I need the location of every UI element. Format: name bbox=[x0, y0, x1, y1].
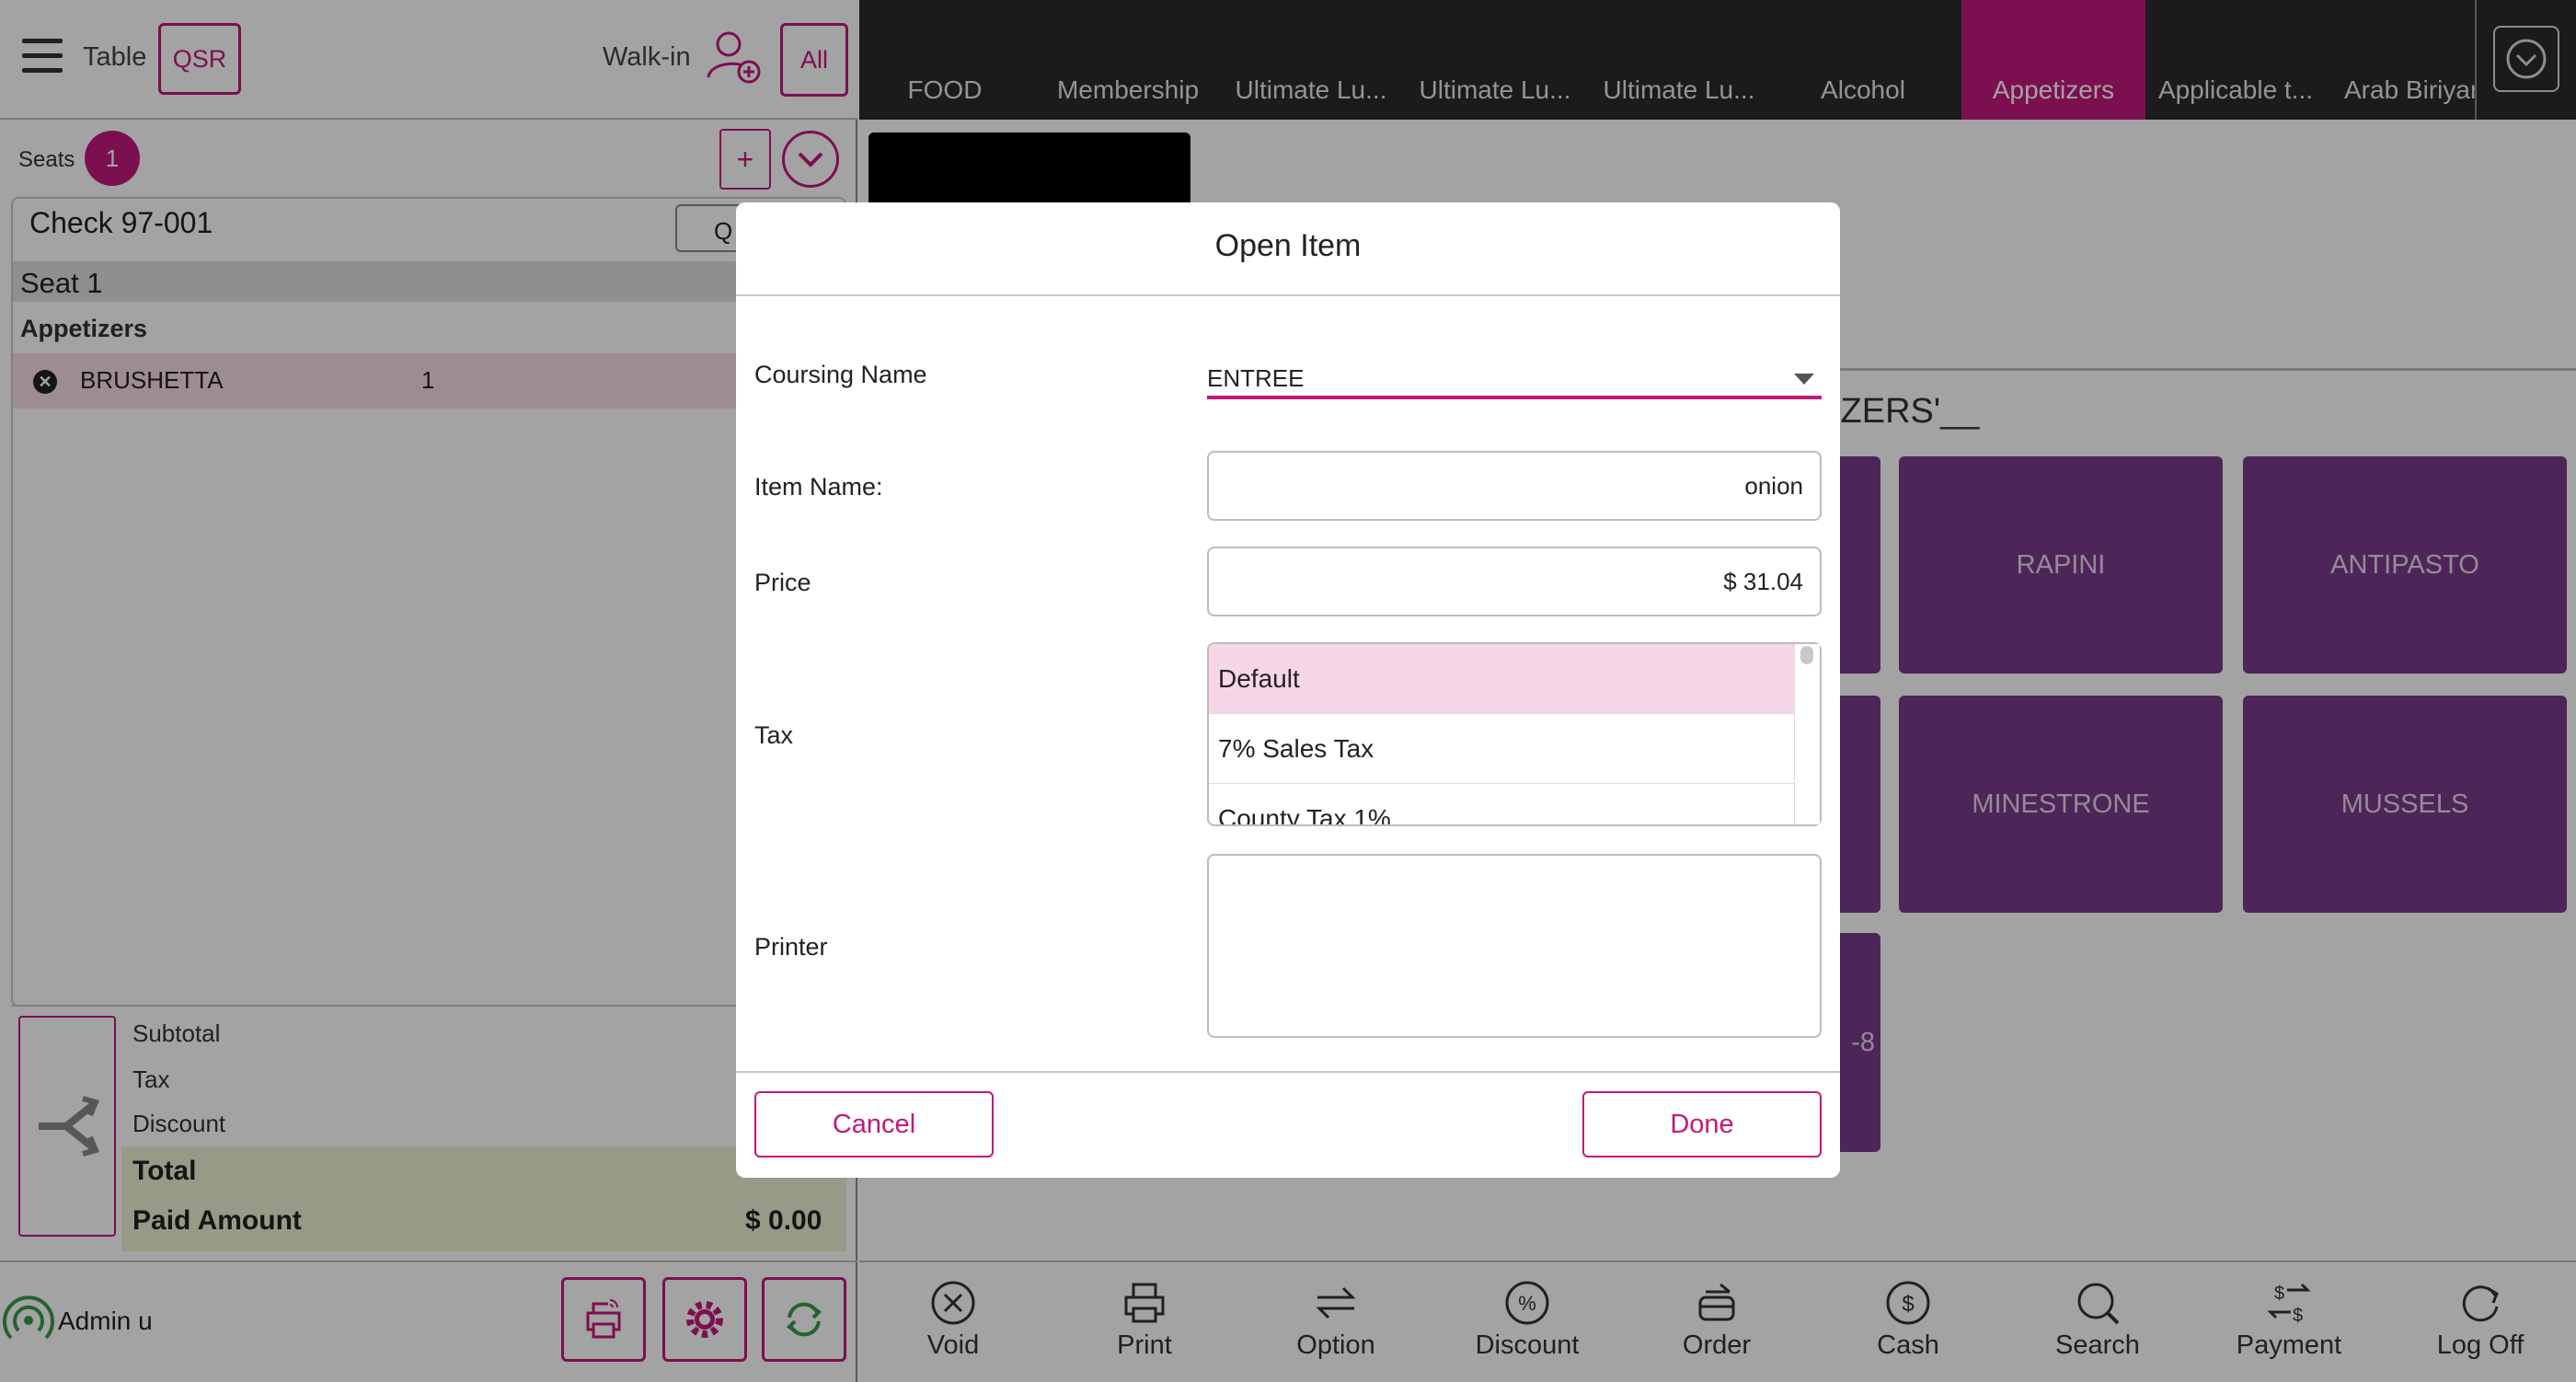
price-input[interactable] bbox=[1207, 547, 1822, 616]
item-name-input[interactable] bbox=[1207, 451, 1822, 521]
select-underline bbox=[1207, 396, 1822, 399]
tax-list[interactable]: Default 7% Sales Tax County Tax 1% bbox=[1207, 642, 1822, 826]
cancel-button[interactable]: Cancel bbox=[754, 1091, 994, 1157]
item-name-label: Item Name: bbox=[754, 473, 883, 501]
dropdown-arrow-icon[interactable] bbox=[1794, 374, 1814, 385]
printer-list[interactable] bbox=[1207, 854, 1822, 1038]
scrollbar-thumb[interactable] bbox=[1800, 646, 1813, 664]
divider bbox=[736, 294, 1840, 296]
tax-label: Tax bbox=[754, 721, 794, 749]
price-label: Price bbox=[754, 569, 811, 596]
coursing-name-select[interactable]: ENTREE bbox=[1207, 364, 1304, 393]
dialog-title: Open Item bbox=[1214, 228, 1362, 263]
printer-label: Printer bbox=[754, 933, 828, 961]
coursing-name-label: Coursing Name bbox=[754, 361, 927, 388]
tax-list-scrollbar[interactable] bbox=[1794, 644, 1820, 824]
tax-option-sales[interactable]: 7% Sales Tax bbox=[1209, 714, 1820, 784]
done-button[interactable]: Done bbox=[1582, 1091, 1822, 1157]
tax-option-default[interactable]: Default bbox=[1209, 644, 1820, 714]
divider bbox=[736, 1071, 1840, 1073]
tax-option-county[interactable]: County Tax 1% bbox=[1209, 784, 1820, 825]
